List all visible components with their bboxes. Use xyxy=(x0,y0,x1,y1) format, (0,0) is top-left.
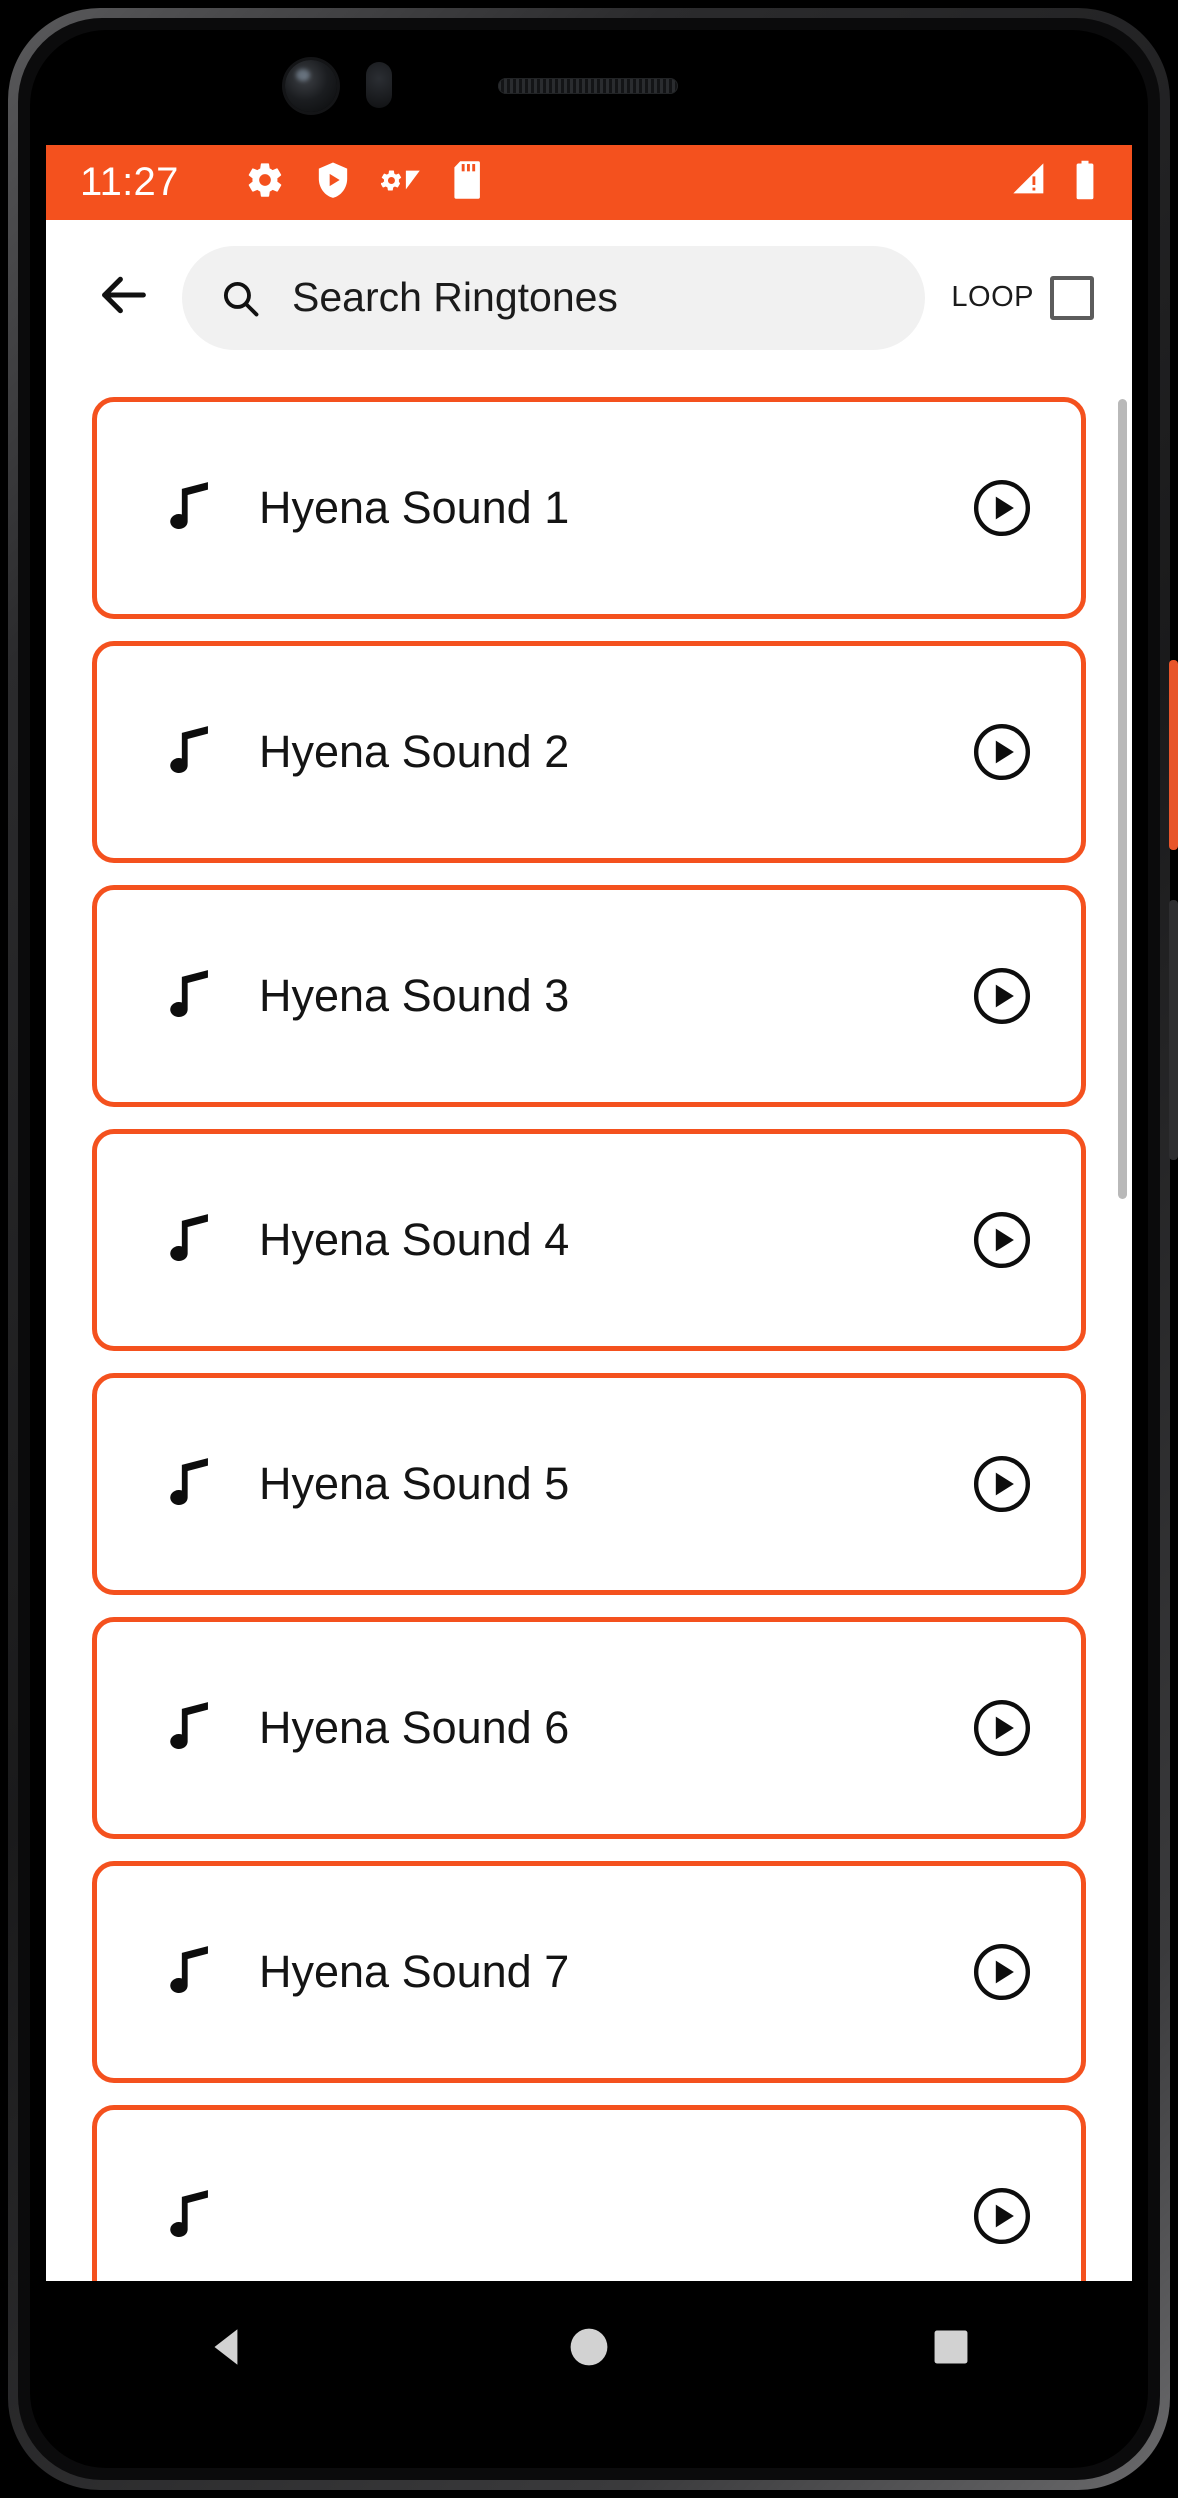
ringtone-card[interactable]: Hyena Sound 3 xyxy=(92,885,1086,1107)
wifi-settings-icon xyxy=(380,160,423,205)
back-arrow-icon xyxy=(95,266,153,329)
home-circle-icon xyxy=(566,2324,612,2375)
play-circle-icon[interactable] xyxy=(967,473,1037,543)
ringtone-card[interactable]: Hyena Sound 2 xyxy=(92,641,1086,863)
music-note-icon xyxy=(159,2187,225,2245)
loop-checkbox[interactable] xyxy=(1050,275,1094,320)
volume-button[interactable] xyxy=(1169,900,1178,1160)
music-note-icon xyxy=(159,1455,225,1513)
nav-home-button[interactable] xyxy=(529,2289,649,2409)
android-nav-bar xyxy=(46,2281,1132,2417)
cellular-signal-icon xyxy=(1010,160,1050,205)
status-bar-right xyxy=(1010,159,1098,206)
ringtone-title: Hyena Sound 5 xyxy=(259,1458,570,1509)
back-button[interactable] xyxy=(80,254,168,342)
search-icon xyxy=(218,276,262,320)
ringtone-list-container[interactable]: Hyena Sound 1 Hyena Sound 2 Hyena Sound 3 H… xyxy=(46,375,1132,2281)
status-bar-left: 11:27 xyxy=(80,159,1010,206)
music-note-icon xyxy=(159,723,225,781)
status-time: 11:27 xyxy=(80,160,179,204)
ringtone-title: Hyena Sound 1 xyxy=(259,482,570,533)
back-triangle-icon xyxy=(202,2322,252,2377)
gear-icon xyxy=(245,160,285,205)
play-circle-icon[interactable] xyxy=(967,717,1037,787)
camera-glint xyxy=(296,69,310,81)
ringtone-card[interactable] xyxy=(92,2105,1086,2281)
ringtone-title: Hyena Sound 6 xyxy=(259,1702,570,1753)
ringtone-card[interactable]: Hyena Sound 5 xyxy=(92,1373,1086,1595)
play-circle-icon[interactable] xyxy=(967,1937,1037,2007)
play-circle-icon[interactable] xyxy=(967,1449,1037,1519)
ringtone-list: Hyena Sound 1 Hyena Sound 2 Hyena Sound 3 H… xyxy=(46,375,1132,2281)
ringtone-card[interactable]: Hyena Sound 1 xyxy=(92,397,1086,619)
play-circle-icon[interactable] xyxy=(967,1205,1037,1275)
nav-recents-button[interactable] xyxy=(891,2289,1011,2409)
music-note-icon xyxy=(159,479,225,537)
sd-card-icon xyxy=(451,159,485,206)
play-circle-icon[interactable] xyxy=(967,2181,1037,2251)
power-button[interactable] xyxy=(1169,660,1178,850)
ringtone-card[interactable]: Hyena Sound 4 xyxy=(92,1129,1086,1351)
recents-square-icon xyxy=(930,2326,972,2373)
ringtone-title: Hyena Sound 3 xyxy=(259,970,570,1021)
ringtone-title: Hyena Sound 7 xyxy=(259,1946,570,1997)
earpiece-speaker xyxy=(498,78,678,94)
shield-play-icon xyxy=(313,160,353,205)
music-note-icon xyxy=(159,967,225,1025)
front-camera xyxy=(285,60,337,112)
loop-toggle[interactable]: LOOP xyxy=(951,275,1098,320)
front-sensor xyxy=(366,62,392,108)
status-bar: 11:27 xyxy=(46,145,1132,220)
loop-label: LOOP xyxy=(951,281,1034,313)
list-scrollbar[interactable] xyxy=(1118,399,1127,1199)
nav-back-button[interactable] xyxy=(167,2289,287,2409)
battery-icon xyxy=(1072,159,1098,206)
phone-mockup: 11:27 Search Ringtones LOOP Hyena Sound … xyxy=(0,0,1178,2498)
app-bar: Search Ringtones LOOP xyxy=(46,220,1132,375)
music-note-icon xyxy=(159,1211,225,1269)
ringtone-card[interactable]: Hyena Sound 7 xyxy=(92,1861,1086,2083)
phone-screen: 11:27 Search Ringtones LOOP Hyena Sound … xyxy=(46,145,1132,2281)
music-note-icon xyxy=(159,1943,225,2001)
search-input[interactable]: Search Ringtones xyxy=(182,245,926,350)
ringtone-title: Hyena Sound 4 xyxy=(259,1214,570,1265)
ringtone-title: Hyena Sound 2 xyxy=(259,726,570,777)
play-circle-icon[interactable] xyxy=(967,961,1037,1031)
search-placeholder: Search Ringtones xyxy=(292,274,618,320)
ringtone-card[interactable]: Hyena Sound 6 xyxy=(92,1617,1086,1839)
play-circle-icon[interactable] xyxy=(967,1693,1037,1763)
music-note-icon xyxy=(159,1699,225,1757)
